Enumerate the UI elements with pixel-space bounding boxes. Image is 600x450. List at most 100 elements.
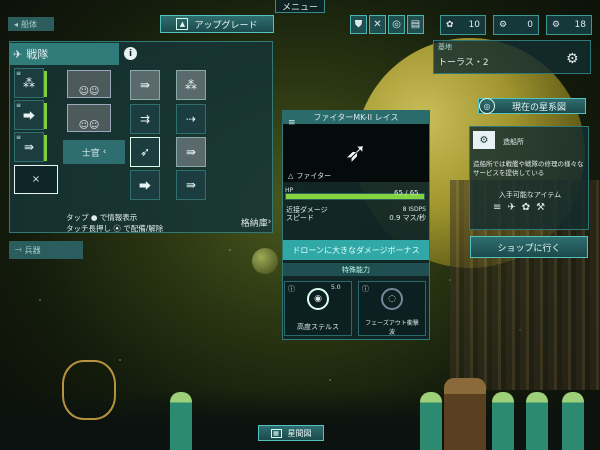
rank-icon: ≡ — [16, 134, 22, 141]
tab-weapons-label: 兵器 — [24, 245, 41, 255]
info-icon[interactable]: ⓘ — [362, 284, 369, 294]
gear-icon[interactable]: ⚙ — [566, 51, 579, 67]
officer-button[interactable]: 士官 ‹ — [63, 140, 125, 164]
radar-icon[interactable]: ◎ — [388, 15, 405, 34]
hangar-slot[interactable]: ⇢ — [176, 104, 206, 134]
ability-card[interactable]: ⓘ 5.0 ◉ 高度ステルス — [284, 281, 352, 336]
crew-slot[interactable]: ☺☺ — [67, 70, 111, 98]
hangar-slot-selected[interactable]: ➶ — [130, 137, 160, 167]
fleet-title: 戦隊 — [26, 48, 49, 61]
squad-icon: ⁂ — [185, 78, 197, 92]
tab-ships[interactable]: ◂ 船体 — [8, 17, 54, 31]
ship-icon: ⮕ — [22, 108, 35, 123]
hangar-slot[interactable]: ⇉ — [130, 104, 160, 134]
crew-member — [526, 392, 548, 450]
crew-member — [170, 392, 192, 450]
ship-tab-icon: ◂ — [14, 19, 19, 29]
fleet-icon[interactable]: ⛊ — [350, 15, 367, 34]
empty-slot[interactable]: × — [14, 165, 58, 194]
crew-portrait-icon: ☺☺ — [78, 86, 100, 97]
crew-resource: ✿ 10 — [440, 15, 486, 35]
rank-icon: ≡ — [16, 102, 22, 109]
base-name: トーラス・2 — [438, 58, 489, 68]
crew-slot[interactable]: ☺☺ — [67, 104, 111, 132]
upgrade-label: アップグレード — [194, 20, 258, 31]
info-icon[interactable]: ⓘ — [288, 284, 295, 294]
crew-icon: ✿ — [521, 202, 531, 213]
unit-type: △ ファイター — [288, 171, 331, 181]
credits-icon: ⚙ — [552, 20, 561, 30]
cards-icon[interactable]: ▤ — [407, 15, 424, 34]
hangar-button[interactable]: 格納庫 › — [238, 212, 274, 232]
wrench-icon: ⚒ — [536, 202, 546, 213]
fleet-slot[interactable]: ≡ ⇛ — [14, 132, 47, 162]
speed-label: スピード — [286, 214, 314, 222]
ship-icon: ⮕ — [138, 178, 151, 193]
fighter-icon: ➶ — [139, 145, 151, 159]
ability-name: 高度ステルス — [297, 323, 339, 331]
creature-image — [62, 360, 116, 420]
fleet-header: ✈ 戦隊 — [9, 43, 119, 65]
hp-value: 65 / 65 — [394, 189, 419, 197]
parts-resource: ⚙ 0 — [493, 15, 539, 35]
chevron-right-icon: › — [267, 217, 272, 227]
rank-icon: ≡ — [16, 70, 22, 77]
moon-image — [252, 248, 278, 274]
credits-resource: ⚙ 18 — [546, 15, 592, 35]
hangar-slot[interactable]: ⮕ — [130, 170, 160, 200]
parts-count: 0 — [527, 20, 533, 30]
fighter-type-icon: △ — [288, 172, 294, 180]
nav-icon-group: ⛊ ✕ ◎ ▤ — [350, 15, 424, 34]
upgrade-button[interactable]: ▲ アップグレード — [160, 15, 274, 33]
ability-name: フェーズアウト衝撃波 — [365, 320, 419, 336]
officer-label: 士官 — [81, 148, 100, 159]
abilities-header: 特殊能力 — [283, 263, 429, 276]
current-starmap-label: 現在の星系図 — [511, 102, 566, 113]
crew-member — [562, 392, 584, 450]
unit-type-label: ファイター — [296, 172, 332, 180]
fighter-icon: ➶ — [345, 138, 367, 168]
help-line-2: タッチ長押し ⦿ で配備/解除 — [66, 224, 164, 233]
starmap-label: 星間図 — [287, 428, 312, 438]
crew-member — [492, 392, 514, 450]
ship-icon: ⇛ — [185, 178, 197, 192]
base-label: 基地 — [438, 43, 452, 51]
rank-icon: ≡ — [288, 118, 296, 128]
target-icon: ◎ — [479, 98, 495, 114]
crew-icon: ✿ — [446, 20, 454, 30]
credits-count: 18 — [574, 20, 586, 30]
squad-icon: ⁂ — [23, 76, 35, 90]
fleet-slot[interactable]: ≡ ⮕ — [14, 100, 47, 130]
shipyard-description: 造船所では戦艦や戦隊の修理の様々なサービスを提供している — [473, 160, 584, 177]
hangar-label: 格納庫 — [240, 218, 268, 229]
hangar-slot[interactable]: ⁂ — [176, 70, 206, 100]
fleet-slot[interactable]: ≡ ⁂ — [14, 68, 47, 98]
go-to-shop-button[interactable]: ショップに行く — [470, 236, 588, 258]
damage-value: 8 ISDPS — [402, 206, 426, 213]
available-items-label: 入手可能なアイテム — [498, 191, 562, 199]
shipyard-title: 造船所 — [503, 138, 524, 146]
ability-card[interactable]: ⓘ ◌ フェーズアウト衝撃波 — [358, 281, 426, 336]
shockwave-icon: ◌ — [381, 288, 403, 310]
menu-button[interactable]: メニュー — [275, 0, 325, 13]
crew-count: 10 — [468, 20, 480, 30]
starmap-button[interactable]: ▦ 星間図 — [258, 425, 324, 441]
shipyard-icon: ⚙ — [473, 131, 495, 149]
tools-icon[interactable]: ✕ — [369, 15, 386, 34]
tab-weapons[interactable]: ⟞ 兵器 — [9, 241, 83, 259]
hangar-slot[interactable]: ⇛ — [176, 137, 206, 167]
crew-member — [420, 392, 442, 450]
hangar-slot[interactable]: ⇛ — [176, 170, 206, 200]
speed-value: 0.9 マス/秒 — [389, 214, 426, 222]
tab-ships-label: 船体 — [21, 19, 38, 29]
hangar-slot[interactable]: ⇛ — [130, 70, 160, 100]
unit-title: ファイターMK-II レイス — [282, 110, 430, 124]
slot-health-bar — [44, 71, 47, 97]
info-icon[interactable]: i — [124, 47, 137, 60]
help-line-1: タップ ● で情報表示 — [66, 213, 138, 222]
available-items: ≡ ✈ ✿ ⚒ — [493, 202, 545, 213]
crew-member-leader — [444, 378, 486, 450]
upgrade-icon: ▲ — [176, 18, 189, 30]
slot-health-bar — [44, 135, 47, 161]
weapon-icon: ⟞ — [15, 245, 22, 254]
